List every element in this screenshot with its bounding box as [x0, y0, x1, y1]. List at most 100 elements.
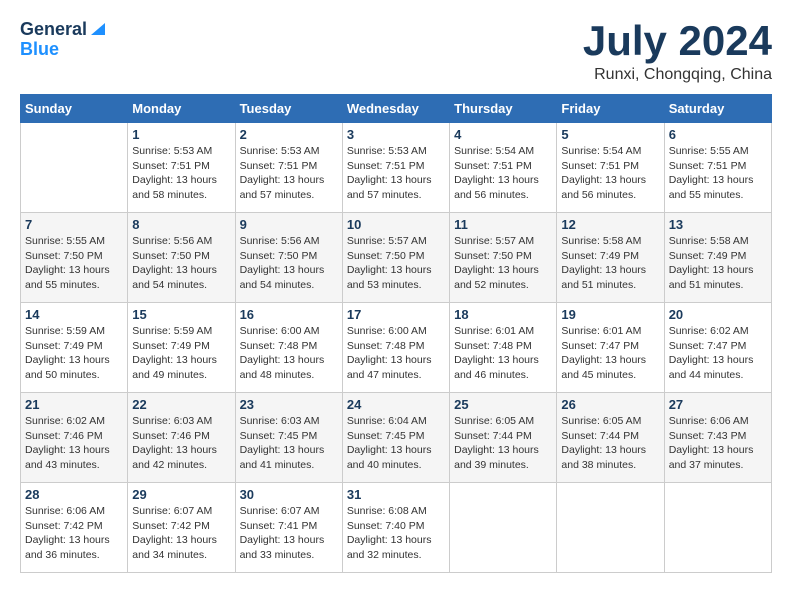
logo: General Blue [20, 20, 107, 60]
day-info: Sunrise: 5:54 AM Sunset: 7:51 PM Dayligh… [454, 144, 552, 203]
calendar-body: 1Sunrise: 5:53 AM Sunset: 7:51 PM Daylig… [21, 123, 772, 573]
day-number: 5 [561, 127, 659, 142]
calendar-cell: 11Sunrise: 5:57 AM Sunset: 7:50 PM Dayli… [450, 213, 557, 303]
day-info: Sunrise: 6:03 AM Sunset: 7:45 PM Dayligh… [240, 414, 338, 473]
calendar-cell: 31Sunrise: 6:08 AM Sunset: 7:40 PM Dayli… [342, 483, 449, 573]
day-info: Sunrise: 5:54 AM Sunset: 7:51 PM Dayligh… [561, 144, 659, 203]
day-number: 10 [347, 217, 445, 232]
calendar-cell: 24Sunrise: 6:04 AM Sunset: 7:45 PM Dayli… [342, 393, 449, 483]
week-row-4: 21 Sunrise: 6:02 AM Sunset: 7:46 PM Dayli… [21, 393, 772, 483]
day-number: 12 [561, 217, 659, 232]
month-title: July 2024 [583, 20, 772, 62]
day-info: Sunrise: 5:56 AM Sunset: 7:50 PM Dayligh… [132, 234, 230, 293]
location-title: Runxi, Chongqing, China [583, 66, 772, 84]
day-info: Sunrise: 6:07 AM Sunset: 7:42 PM Dayligh… [132, 504, 230, 563]
day-number: 25 [454, 397, 552, 412]
day-info: Sunrise: 6:05 AM Sunset: 7:44 PM Dayligh… [454, 414, 552, 473]
day-number: 17 [347, 307, 445, 322]
day-number: 16 [240, 307, 338, 322]
calendar-cell: 18 Sunrise: 6:01 AM Sunset: 7:48 PM Dayli… [450, 303, 557, 393]
calendar-cell: 19 Sunrise: 6:01 AM Sunset: 7:47 PM Dayli… [557, 303, 664, 393]
day-info: Sunrise: 6:05 AM Sunset: 7:44 PM Dayligh… [561, 414, 659, 473]
day-number: 28 [25, 487, 123, 502]
calendar-cell: 4 Sunrise: 5:54 AM Sunset: 7:51 PM Daylig… [450, 123, 557, 213]
day-number: 18 [454, 307, 552, 322]
day-info: Sunrise: 5:53 AM Sunset: 7:51 PM Dayligh… [132, 144, 230, 203]
calendar-cell: 22Sunrise: 6:03 AM Sunset: 7:46 PM Dayli… [128, 393, 235, 483]
calendar-cell: 5 Sunrise: 5:54 AM Sunset: 7:51 PM Daylig… [557, 123, 664, 213]
day-info: Sunrise: 5:56 AM Sunset: 7:50 PM Dayligh… [240, 234, 338, 293]
logo-text-general: General [20, 20, 87, 40]
day-info: Sunrise: 5:58 AM Sunset: 7:49 PM Dayligh… [669, 234, 767, 293]
day-number: 9 [240, 217, 338, 232]
day-number: 3 [347, 127, 445, 142]
calendar-cell: 12 Sunrise: 5:58 AM Sunset: 7:49 PM Dayli… [557, 213, 664, 303]
calendar-cell [664, 483, 771, 573]
day-number: 24 [347, 397, 445, 412]
day-number: 14 [25, 307, 123, 322]
calendar-cell: 27 Sunrise: 6:06 AM Sunset: 7:43 PM Dayli… [664, 393, 771, 483]
day-info: Sunrise: 5:57 AM Sunset: 7:50 PM Dayligh… [347, 234, 445, 293]
day-info: Sunrise: 5:55 AM Sunset: 7:51 PM Dayligh… [669, 144, 767, 203]
header-sunday: Sunday [21, 95, 128, 123]
calendar-cell: 25 Sunrise: 6:05 AM Sunset: 7:44 PM Dayli… [450, 393, 557, 483]
day-info: Sunrise: 5:59 AM Sunset: 7:49 PM Dayligh… [25, 324, 123, 383]
header-friday: Friday [557, 95, 664, 123]
day-info: Sunrise: 5:59 AM Sunset: 7:49 PM Dayligh… [132, 324, 230, 383]
week-row-1: 1Sunrise: 5:53 AM Sunset: 7:51 PM Daylig… [21, 123, 772, 213]
page-header: General Blue July 2024 Runxi, Chongqing,… [20, 20, 772, 84]
day-number: 7 [25, 217, 123, 232]
day-info: Sunrise: 6:06 AM Sunset: 7:43 PM Dayligh… [669, 414, 767, 473]
day-number: 6 [669, 127, 767, 142]
calendar-cell: 23 Sunrise: 6:03 AM Sunset: 7:45 PM Dayli… [235, 393, 342, 483]
day-number: 20 [669, 307, 767, 322]
day-number: 15 [132, 307, 230, 322]
calendar-cell [557, 483, 664, 573]
day-info: Sunrise: 6:03 AM Sunset: 7:46 PM Dayligh… [132, 414, 230, 473]
day-info: Sunrise: 5:58 AM Sunset: 7:49 PM Dayligh… [561, 234, 659, 293]
day-info: Sunrise: 6:02 AM Sunset: 7:47 PM Dayligh… [669, 324, 767, 383]
calendar-cell: 6 Sunrise: 5:55 AM Sunset: 7:51 PM Daylig… [664, 123, 771, 213]
day-info: Sunrise: 6:01 AM Sunset: 7:48 PM Dayligh… [454, 324, 552, 383]
day-number: 26 [561, 397, 659, 412]
calendar-cell: 8 Sunrise: 5:56 AM Sunset: 7:50 PM Daylig… [128, 213, 235, 303]
day-number: 19 [561, 307, 659, 322]
calendar-cell: 1Sunrise: 5:53 AM Sunset: 7:51 PM Daylig… [128, 123, 235, 213]
day-number: 29 [132, 487, 230, 502]
day-number: 21 [25, 397, 123, 412]
calendar-cell: 9 Sunrise: 5:56 AM Sunset: 7:50 PM Daylig… [235, 213, 342, 303]
day-number: 4 [454, 127, 552, 142]
calendar-cell: 10 Sunrise: 5:57 AM Sunset: 7:50 PM Dayli… [342, 213, 449, 303]
calendar-cell: 30 Sunrise: 6:07 AM Sunset: 7:41 PM Dayli… [235, 483, 342, 573]
day-number: 8 [132, 217, 230, 232]
header-thursday: Thursday [450, 95, 557, 123]
header-wednesday: Wednesday [342, 95, 449, 123]
calendar-cell: 26 Sunrise: 6:05 AM Sunset: 7:44 PM Dayli… [557, 393, 664, 483]
week-row-3: 14 Sunrise: 5:59 AM Sunset: 7:49 PM Dayli… [21, 303, 772, 393]
day-info: Sunrise: 6:02 AM Sunset: 7:46 PM Dayligh… [25, 414, 123, 473]
day-number: 23 [240, 397, 338, 412]
week-row-2: 7 Sunrise: 5:55 AM Sunset: 7:50 PM Daylig… [21, 213, 772, 303]
calendar-table: SundayMondayTuesdayWednesdayThursdayFrid… [20, 94, 772, 573]
title-section: July 2024 Runxi, Chongqing, China [583, 20, 772, 84]
day-info: Sunrise: 6:01 AM Sunset: 7:47 PM Dayligh… [561, 324, 659, 383]
day-info: Sunrise: 5:57 AM Sunset: 7:50 PM Dayligh… [454, 234, 552, 293]
day-info: Sunrise: 5:55 AM Sunset: 7:50 PM Dayligh… [25, 234, 123, 293]
week-row-5: 28Sunrise: 6:06 AM Sunset: 7:42 PM Dayli… [21, 483, 772, 573]
calendar-header: SundayMondayTuesdayWednesdayThursdayFrid… [21, 95, 772, 123]
calendar-cell: 7 Sunrise: 5:55 AM Sunset: 7:50 PM Daylig… [21, 213, 128, 303]
calendar-cell: 16Sunrise: 6:00 AM Sunset: 7:48 PM Dayli… [235, 303, 342, 393]
day-info: Sunrise: 5:53 AM Sunset: 7:51 PM Dayligh… [240, 144, 338, 203]
day-number: 31 [347, 487, 445, 502]
calendar-cell [21, 123, 128, 213]
day-info: Sunrise: 6:00 AM Sunset: 7:48 PM Dayligh… [347, 324, 445, 383]
day-info: Sunrise: 6:07 AM Sunset: 7:41 PM Dayligh… [240, 504, 338, 563]
calendar-cell: 17 Sunrise: 6:00 AM Sunset: 7:48 PM Dayli… [342, 303, 449, 393]
day-number: 13 [669, 217, 767, 232]
day-number: 27 [669, 397, 767, 412]
logo-text-blue: Blue [20, 40, 59, 60]
calendar-cell: 13 Sunrise: 5:58 AM Sunset: 7:49 PM Dayli… [664, 213, 771, 303]
calendar-cell: 21 Sunrise: 6:02 AM Sunset: 7:46 PM Dayli… [21, 393, 128, 483]
calendar-cell: 3Sunrise: 5:53 AM Sunset: 7:51 PM Daylig… [342, 123, 449, 213]
day-number: 30 [240, 487, 338, 502]
